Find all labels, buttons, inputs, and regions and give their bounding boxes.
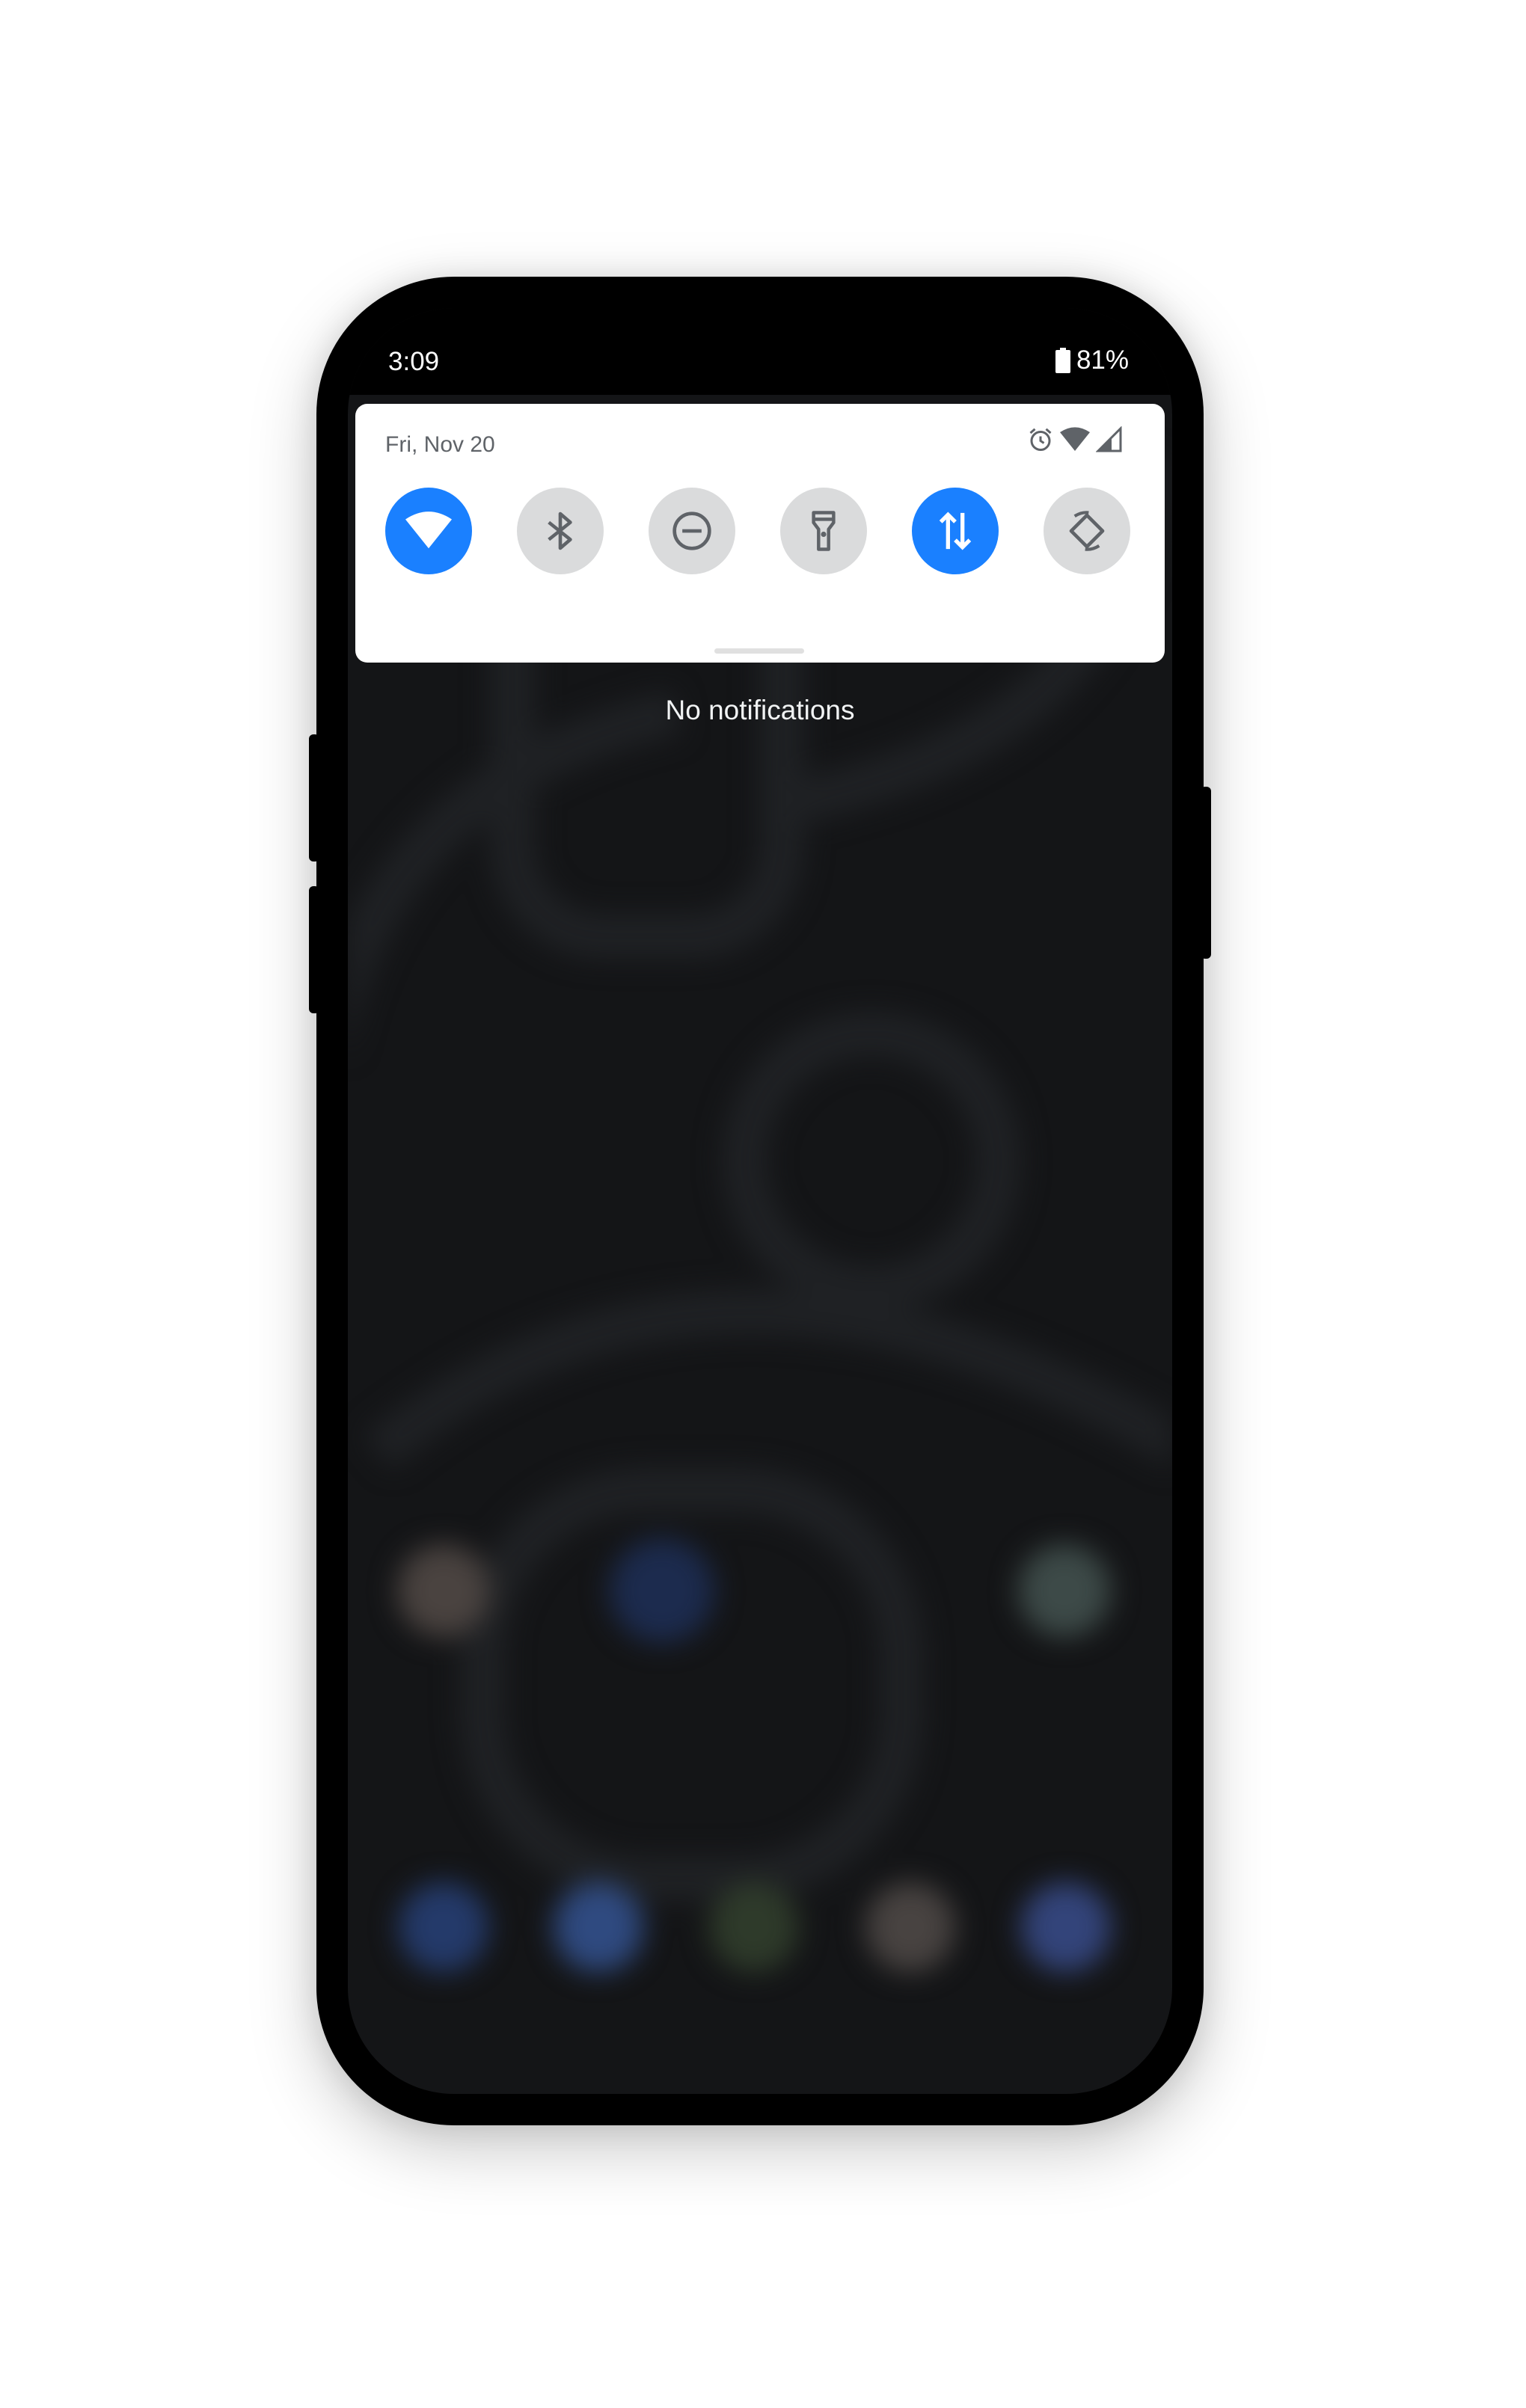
wifi-tile[interactable] xyxy=(385,488,472,574)
no-notifications-text: No notifications xyxy=(665,695,855,725)
status-right: 81% xyxy=(1055,345,1129,375)
app-icon-blurred xyxy=(1018,1544,1111,1637)
quick-settings-panel[interactable]: Fri, Nov 20 xyxy=(355,404,1165,663)
flashlight-tile[interactable] xyxy=(780,488,867,574)
wifi-icon xyxy=(1060,427,1090,451)
dock-icon-blurred xyxy=(1021,1882,1111,1972)
dock-icon-blurred xyxy=(709,1882,799,1972)
power-button xyxy=(1201,787,1211,959)
qs-status-icons xyxy=(1027,426,1123,453)
qs-date[interactable]: Fri, Nov 20 xyxy=(385,432,495,458)
dock-icon-blurred xyxy=(554,1882,643,1972)
app-icon-blurred xyxy=(610,1538,714,1643)
mobile-data-icon xyxy=(939,512,972,550)
app-icon-blurred xyxy=(397,1544,490,1637)
do-not-disturb-tile[interactable] xyxy=(649,488,735,574)
auto-rotate-icon xyxy=(1069,511,1105,551)
volume-up-button xyxy=(309,734,319,861)
panel-drag-handle[interactable] xyxy=(714,648,804,654)
battery-icon xyxy=(1055,348,1070,373)
auto-rotate-tile[interactable] xyxy=(1044,488,1130,574)
wifi-icon xyxy=(405,512,452,549)
bluetooth-tile[interactable] xyxy=(517,488,604,574)
status-bar: 3:09 81% xyxy=(348,308,1172,395)
signal-icon xyxy=(1096,426,1122,452)
quick-settings-tiles xyxy=(385,488,1130,574)
mobile-data-tile[interactable] xyxy=(912,488,999,574)
status-time: 3:09 xyxy=(388,347,440,376)
battery-percentage: 81% xyxy=(1076,345,1129,375)
flashlight-icon xyxy=(812,511,836,551)
do-not-disturb-icon xyxy=(672,512,711,550)
volume-down-button xyxy=(309,886,319,1013)
dock-icon-blurred xyxy=(399,1882,488,1972)
alarm-icon xyxy=(1029,428,1052,451)
bluetooth-icon xyxy=(548,512,572,550)
dock-icon-blurred xyxy=(865,1882,955,1972)
phone-frame: 3:09 81% Fri, Nov 20 No notifications xyxy=(309,277,1211,2125)
phone-screen: 3:09 81% Fri, Nov 20 No notifications xyxy=(348,308,1172,2094)
